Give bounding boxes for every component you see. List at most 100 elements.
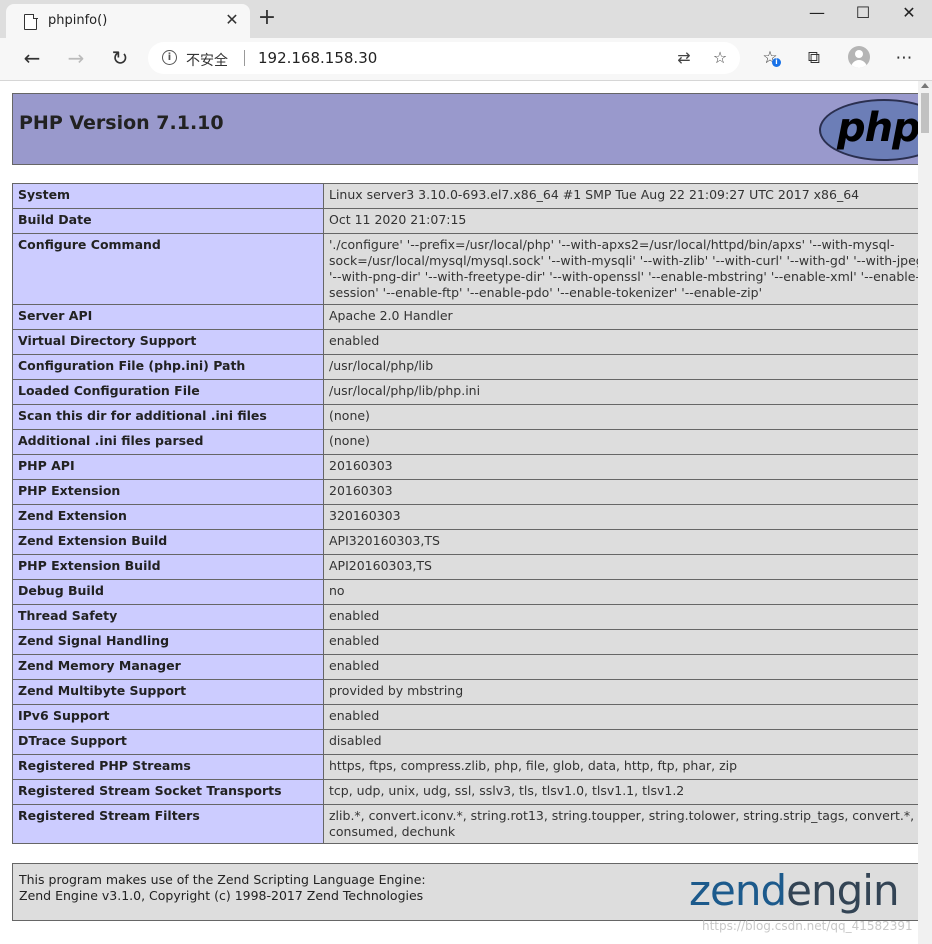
browser-titlebar: phpinfo() ✕ + — ☐ ✕ xyxy=(0,0,932,38)
row-value: disabled xyxy=(323,729,918,755)
zend-credits: This program makes use of the Zend Scrip… xyxy=(19,872,426,904)
table-row: Zend Memory Manager enabled xyxy=(12,654,918,680)
insecure-label: 不安全 xyxy=(186,53,228,69)
row-value: 320160303 xyxy=(323,504,918,530)
row-key: Zend Signal Handling xyxy=(12,629,324,655)
refresh-icon[interactable]: ↻ xyxy=(106,44,134,72)
table-row: Zend Extension 320160303 xyxy=(12,504,918,530)
scroll-up-icon[interactable] xyxy=(921,83,929,88)
page-icon xyxy=(24,13,38,30)
row-value: enabled xyxy=(323,629,918,655)
row-value: 20160303 xyxy=(323,479,918,505)
table-row: PHP Extension Build API20160303,TS xyxy=(12,554,918,580)
row-key: Registered Stream Filters xyxy=(12,804,324,844)
row-key: Additional .ini files parsed xyxy=(12,429,324,455)
row-key: System xyxy=(12,183,324,209)
divider xyxy=(244,50,245,66)
favorite-star-icon[interactable]: ☆ xyxy=(710,48,730,68)
tab-close-icon[interactable]: ✕ xyxy=(222,10,242,30)
table-row: Server API Apache 2.0 Handler xyxy=(12,304,918,330)
row-key: Configure Command xyxy=(12,233,324,305)
tab-title: phpinfo() xyxy=(48,13,108,28)
minimize-icon[interactable]: — xyxy=(794,0,840,32)
row-value: Linux server3 3.10.0-693.el7.x86_64 #1 S… xyxy=(323,183,918,209)
row-key: Server API xyxy=(12,304,324,330)
php-version-header: PHP Version 7.1.10 php xyxy=(12,93,918,165)
table-row: Thread Safety enabled xyxy=(12,604,918,630)
browser-tab[interactable]: phpinfo() ✕ xyxy=(6,4,250,38)
row-key: Zend Multibyte Support xyxy=(12,679,324,705)
row-value: enabled xyxy=(323,654,918,680)
php-logo: php xyxy=(819,99,918,161)
table-row: Virtual Directory Support enabled xyxy=(12,329,918,355)
table-row: PHP Extension 20160303 xyxy=(12,479,918,505)
row-key: PHP API xyxy=(12,454,324,480)
zend-line-2: Zend Engine v3.1.0, Copyright (c) 1998-2… xyxy=(19,888,424,903)
table-row: Build Date Oct 11 2020 21:07:15 xyxy=(12,208,918,234)
row-key: Registered PHP Streams xyxy=(12,754,324,780)
row-key: Loaded Configuration File xyxy=(12,379,324,405)
row-value: /usr/local/php/lib xyxy=(323,354,918,380)
row-value: API320160303,TS xyxy=(323,529,918,555)
table-row: Additional .ini files parsed (none) xyxy=(12,429,918,455)
notification-badge-icon: i xyxy=(772,58,781,67)
row-value: https, ftps, compress.zlib, php, file, g… xyxy=(323,754,918,780)
forward-icon[interactable]: → xyxy=(62,44,90,72)
table-row: Zend Multibyte Support provided by mbstri… xyxy=(12,679,918,705)
avatar[interactable] xyxy=(848,46,870,68)
info-icon[interactable]: i xyxy=(162,50,177,65)
row-key: IPv6 Support xyxy=(12,704,324,730)
row-key: Zend Memory Manager xyxy=(12,654,324,680)
row-key: Zend Extension xyxy=(12,504,324,530)
row-key: Scan this dir for additional .ini files xyxy=(12,404,324,430)
row-key: PHP Extension Build xyxy=(12,554,324,580)
table-row: Registered Stream Socket Transports tcp, … xyxy=(12,779,918,805)
vertical-scrollbar[interactable] xyxy=(918,81,932,944)
table-row: PHP API 20160303 xyxy=(12,454,918,480)
page-viewport: PHP Version 7.1.10 php System Linux serve… xyxy=(0,81,918,944)
maximize-icon[interactable]: ☐ xyxy=(840,0,886,32)
row-key: Virtual Directory Support xyxy=(12,329,324,355)
table-row: Configuration File (php.ini) Path/usr/lo… xyxy=(12,354,918,380)
row-key: Build Date xyxy=(12,208,324,234)
table-row: Zend Extension Build API320160303,TS xyxy=(12,529,918,555)
address-bar[interactable]: i 不安全 192.168.158.30 ⇄ ☆ xyxy=(148,42,740,74)
table-row: DTrace Support disabled xyxy=(12,729,918,755)
row-value: no xyxy=(323,579,918,605)
back-icon[interactable]: ← xyxy=(18,44,46,72)
close-window-icon[interactable]: ✕ xyxy=(886,0,932,32)
row-key: PHP Extension xyxy=(12,479,324,505)
table-row: Zend Signal Handling enabled xyxy=(12,629,918,655)
new-tab-icon[interactable]: + xyxy=(257,7,277,29)
zend-footer: This program makes use of the Zend Scrip… xyxy=(12,863,918,921)
table-row: Registered Stream Filters zlib.*, convert… xyxy=(12,804,918,844)
row-key: Debug Build xyxy=(12,579,324,605)
row-key: Configuration File (php.ini) Path xyxy=(12,354,324,380)
scroll-thumb[interactable] xyxy=(921,93,929,133)
url-text[interactable]: 192.168.158.30 xyxy=(258,49,377,67)
watermark: https://blog.csdn.net/qq_41582391 xyxy=(702,919,913,933)
row-value: provided by mbstring xyxy=(323,679,918,705)
table-row: Scan this dir for additional .ini files(… xyxy=(12,404,918,430)
row-value: (none) xyxy=(323,429,918,455)
row-value: API20160303,TS xyxy=(323,554,918,580)
row-value: enabled xyxy=(323,704,918,730)
row-value: Apache 2.0 Handler xyxy=(323,304,918,330)
table-row: Registered PHP Streams https, ftps, compr… xyxy=(12,754,918,780)
row-value: Oct 11 2020 21:07:15 xyxy=(323,208,918,234)
row-key: Registered Stream Socket Transports xyxy=(12,779,324,805)
more-menu-icon[interactable]: ⋯ xyxy=(892,46,916,70)
row-value: (none) xyxy=(323,404,918,430)
row-value: /usr/local/php/lib/php.ini xyxy=(323,379,918,405)
collections-icon[interactable]: ⧉ xyxy=(802,46,826,70)
row-value: tcp, udp, unix, udg, ssl, sslv3, tls, tl… xyxy=(323,779,918,805)
row-value: 20160303 xyxy=(323,454,918,480)
translate-icon[interactable]: ⇄ xyxy=(674,48,694,68)
row-key: Zend Extension Build xyxy=(12,529,324,555)
row-key: DTrace Support xyxy=(12,729,324,755)
row-value: enabled xyxy=(323,329,918,355)
browser-toolbar: ← → ↻ i 不安全 192.168.158.30 ⇄ ☆ ☆ ⧉ ⋯ xyxy=(0,38,932,81)
zend-logo: zendengin xyxy=(689,866,900,915)
page-title: PHP Version 7.1.10 xyxy=(19,112,224,134)
row-key: Thread Safety xyxy=(12,604,324,630)
